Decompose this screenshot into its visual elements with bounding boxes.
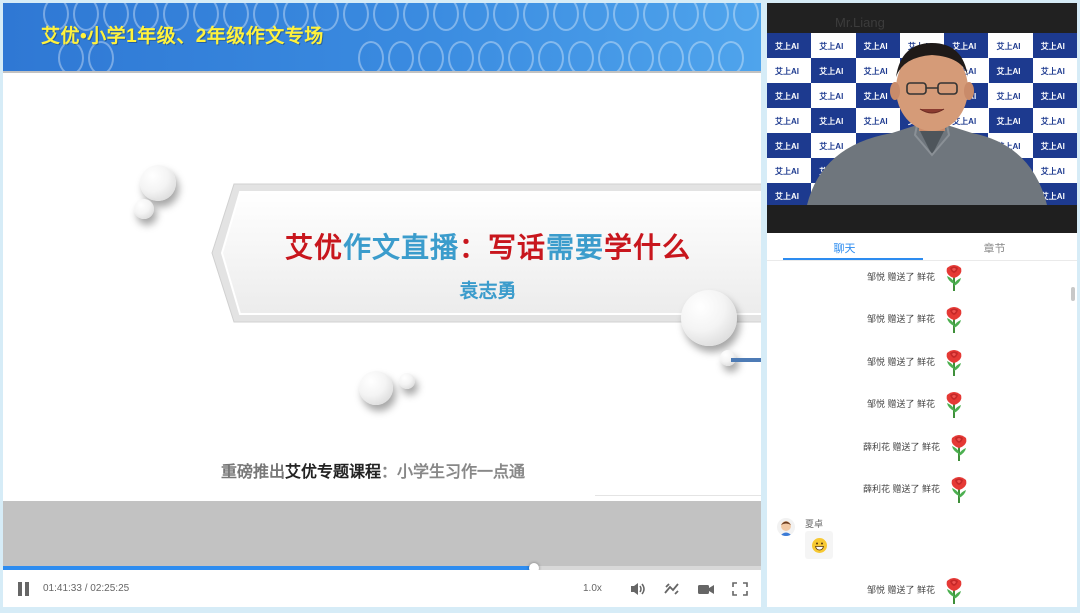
player-controls: 01:41:33 / 02:25:25 1.0x: [3, 570, 761, 607]
gift-text: 薛利花 赠送了 鲜花: [863, 484, 941, 494]
gift-message: 薛利花 赠送了 鲜花: [767, 432, 1067, 468]
slide-title-part: ：写话: [458, 232, 546, 263]
speed-button[interactable]: 1.0x: [583, 583, 602, 594]
camera-name: Mr.Liang: [835, 15, 885, 30]
tab-chapters[interactable]: 章节: [917, 240, 1072, 256]
grinning-emoji-icon: [812, 538, 827, 553]
slide-banner: 艾优•小学1年级、2年级作文专场: [3, 3, 761, 71]
video-player[interactable]: 艾优•小学1年级、2年级作文专场 艾优作文直播：写话需要学什么 袁志勇 重磅推出…: [3, 3, 761, 607]
pause-icon[interactable]: [17, 582, 31, 596]
rose-icon: [943, 304, 965, 334]
title-plaque: 艾优作文直播：写话需要学什么 袁志勇: [208, 178, 761, 326]
gift-text: 邹悦 赠送了 鲜花: [867, 314, 936, 324]
user-message: 夏卓: [775, 515, 975, 565]
gift-text: 薛利花 赠送了 鲜花: [863, 442, 941, 452]
slide-title-part: 学什么: [604, 232, 692, 263]
banner-title: 艾优•小学1年级、2年级作文专场: [41, 26, 324, 47]
slide-title-part: 作文直播: [342, 232, 459, 263]
side-panel: Mr.Liang 艾上AI 艾上AI 艾上AI 艾上AI 艾上AI 艾上AI 艾上AI 艾上A…: [767, 3, 1077, 607]
slide-frame: 艾优•小学1年级、2年级作文专场 艾优作文直播：写话需要学什么 袁志勇 重磅推出…: [3, 3, 761, 568]
rose-icon: [943, 347, 965, 377]
decor-bubble: [140, 165, 176, 201]
teacher-figure: [807, 43, 1047, 205]
chat-scrollbar[interactable]: [1071, 287, 1075, 301]
camera-letterbox: [767, 205, 1077, 233]
gift-message: 邹悦 赠送了 鲜花: [767, 347, 1067, 383]
active-tab-indicator: [783, 258, 923, 260]
slide-content: 艾优作文直播：写话需要学什么 袁志勇 重磅推出艾优专题课程：小学生习作一点通: [3, 73, 761, 501]
rose-icon: [943, 389, 965, 419]
decor-bubble: [681, 290, 737, 346]
gift-text: 邹悦 赠送了 鲜花: [867, 585, 936, 595]
slide-title-part: 需要: [546, 232, 605, 263]
promo-suffix: ：小学生习作一点通: [381, 464, 526, 481]
tab-chat[interactable]: 聊天: [767, 240, 922, 256]
gift-text: 邹悦 赠送了 鲜花: [867, 399, 936, 409]
user-name: 夏卓: [805, 519, 824, 529]
teacher-camera: Mr.Liang 艾上AI 艾上AI 艾上AI 艾上AI 艾上AI 艾上AI 艾上AI 艾上A…: [767, 3, 1077, 233]
switch-line-icon[interactable]: [663, 581, 681, 597]
promo-text: 重磅推出艾优专题课程：小学生习作一点通: [221, 458, 525, 482]
decor-bubble: [399, 373, 415, 389]
slide-author: 袁志勇: [459, 281, 517, 302]
message-bubble: [805, 531, 833, 559]
rose-icon: [948, 474, 970, 504]
volume-icon[interactable]: [629, 581, 647, 597]
panel-tabs: 聊天 章节: [767, 235, 1077, 261]
decor-line: [731, 358, 761, 362]
gift-message: 邹悦 赠送了 鲜花: [767, 304, 1067, 340]
avatar[interactable]: [777, 518, 795, 536]
promo-prefix: 重磅推出: [221, 464, 286, 481]
slide-watermark: [595, 495, 761, 501]
gift-message: 邹悦 赠送了 鲜花: [767, 389, 1067, 425]
gift-message: 薛利花 赠送了 鲜花: [767, 474, 1067, 510]
gift-message: 邹悦 赠送了 鲜花: [767, 262, 1067, 298]
gift-text: 邹悦 赠送了 鲜花: [867, 272, 936, 282]
rose-icon: [943, 575, 965, 605]
fullscreen-icon[interactable]: [731, 581, 749, 597]
decor-bubble: [359, 371, 393, 405]
promo-key: 艾优专题课程: [285, 464, 382, 481]
chat-list[interactable]: 邹悦 赠送了 鲜花 邹悦 赠送了 鲜花 邹悦 赠送了 鲜花 邹悦 赠送了 鲜花 …: [767, 262, 1077, 607]
playback-time: 01:41:33 / 02:25:25: [43, 583, 130, 594]
gift-message: 邹悦 赠送了 鲜花: [767, 575, 1067, 607]
rose-icon: [943, 262, 965, 292]
gift-text: 邹悦 赠送了 鲜花: [867, 357, 936, 367]
slide-title-part: 艾优: [284, 232, 343, 263]
camera-icon[interactable]: [697, 581, 715, 597]
rose-icon: [948, 432, 970, 462]
slide-title: 艾优作文直播：写话需要学什么: [208, 226, 761, 266]
decor-bubble: [134, 199, 154, 219]
